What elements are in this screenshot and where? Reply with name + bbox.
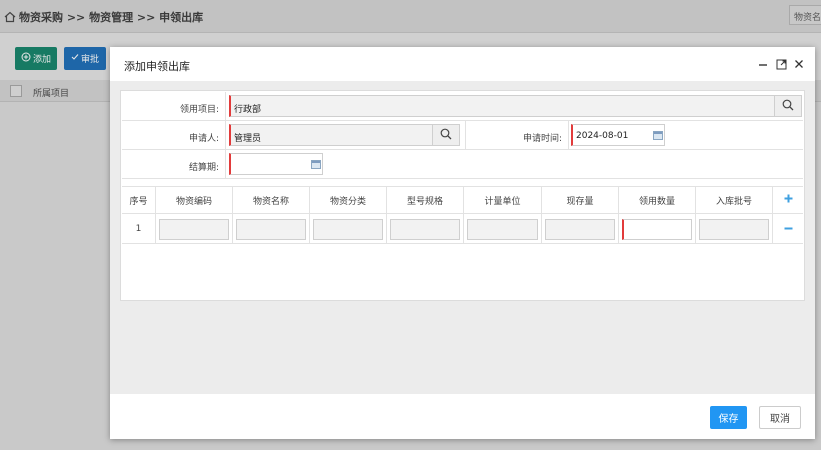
applicant-label: 申请人: bbox=[122, 121, 226, 149]
maximize-icon[interactable] bbox=[774, 57, 788, 71]
remove-row-button[interactable] bbox=[773, 214, 803, 243]
header-code: 物资编码 bbox=[156, 187, 233, 213]
project-input[interactable]: 行政部 bbox=[229, 95, 775, 117]
cancel-button[interactable]: 取消 bbox=[759, 406, 801, 429]
cell-stock bbox=[542, 214, 619, 243]
header-name: 物资名称 bbox=[233, 187, 310, 213]
category-input[interactable] bbox=[313, 219, 383, 240]
breadcrumb-text: 物资采购 >> 物资管理 >> 申领出库 bbox=[19, 11, 204, 24]
cell-name bbox=[233, 214, 310, 243]
form-row-settle: 结算期: bbox=[122, 150, 803, 179]
applicant-search-button[interactable] bbox=[432, 124, 460, 146]
column-project: 所属项目 bbox=[33, 89, 70, 99]
approve-button[interactable]: 审批 bbox=[64, 47, 106, 70]
dialog-title-bar: 添加申领出库 bbox=[110, 47, 815, 81]
form-row-applicant: 申请人: 管理员 申请时间: 2024-08-01 bbox=[122, 121, 803, 150]
close-icon[interactable] bbox=[792, 57, 806, 71]
stock-input[interactable] bbox=[545, 219, 615, 240]
save-button[interactable]: 保存 bbox=[710, 406, 747, 429]
add-button-label: 添加 bbox=[32, 55, 51, 65]
dialog-footer: 保存 取消 bbox=[110, 394, 815, 439]
header-index: 序号 bbox=[122, 187, 156, 213]
form-row-project: 领用项目: 行政部 bbox=[122, 92, 803, 121]
applicant-input[interactable]: 管理员 bbox=[229, 124, 433, 146]
calendar-icon[interactable] bbox=[653, 131, 663, 140]
name-input[interactable] bbox=[236, 219, 306, 240]
project-label: 领用项目: bbox=[122, 92, 226, 120]
add-row-icon bbox=[784, 194, 793, 206]
batch-input[interactable] bbox=[699, 219, 769, 240]
unit-input[interactable] bbox=[467, 219, 538, 240]
cell-spec bbox=[387, 214, 464, 243]
spec-input[interactable] bbox=[390, 219, 460, 240]
cell-code bbox=[156, 214, 233, 243]
cell-batch bbox=[696, 214, 773, 243]
minimize-icon[interactable] bbox=[756, 57, 770, 71]
breadcrumb: 物资采购 >> 物资管理 >> 申领出库 bbox=[4, 9, 203, 25]
remove-row-icon bbox=[784, 224, 793, 234]
calendar-icon[interactable] bbox=[311, 160, 321, 169]
plus-circle-icon bbox=[21, 52, 31, 65]
requisition-form: 领用项目: 行政部 申请人: 管理员 申请时间: 2024-08-01 结算期:… bbox=[120, 90, 805, 301]
table-row: 1 bbox=[122, 214, 803, 244]
settle-label: 结算期: bbox=[122, 150, 226, 178]
approve-button-label: 审批 bbox=[80, 55, 99, 65]
header-quantity: 领用数量 bbox=[619, 187, 696, 213]
search-icon bbox=[440, 128, 452, 143]
dialog-body: 领用项目: 行政部 申请人: 管理员 申请时间: 2024-08-01 结算期:… bbox=[110, 81, 815, 394]
code-input[interactable] bbox=[159, 219, 229, 240]
add-requisition-dialog: 添加申领出库 领用项目: 行政部 申请人: 管理员 申请时间: 2024-08-… bbox=[110, 47, 815, 439]
apply-time-label: 申请时间: bbox=[466, 121, 569, 149]
dialog-title: 添加申领出库 bbox=[124, 60, 190, 73]
cell-quantity bbox=[619, 214, 696, 243]
header-stock: 现存量 bbox=[542, 187, 619, 213]
settle-input[interactable] bbox=[229, 153, 323, 175]
detail-grid-header: 序号 物资编码 物资名称 物资分类 型号规格 计量单位 现存量 领用数量 入库批… bbox=[122, 187, 803, 214]
home-icon[interactable] bbox=[4, 11, 16, 23]
header-category: 物资分类 bbox=[310, 187, 387, 213]
header-unit: 计量单位 bbox=[464, 187, 542, 213]
check-icon bbox=[71, 53, 79, 64]
apply-time-input[interactable]: 2024-08-01 bbox=[571, 124, 665, 146]
row-index: 1 bbox=[122, 214, 156, 243]
add-button[interactable]: 添加 bbox=[15, 47, 57, 70]
select-all-checkbox[interactable] bbox=[10, 85, 22, 97]
header-spec: 型号规格 bbox=[387, 187, 464, 213]
header-batch: 入库批号 bbox=[696, 187, 773, 213]
cell-category bbox=[310, 214, 387, 243]
detail-grid: 序号 物资编码 物资名称 物资分类 型号规格 计量单位 现存量 领用数量 入库批… bbox=[122, 186, 803, 249]
cell-unit bbox=[464, 214, 542, 243]
top-search-input[interactable]: 物资名称 bbox=[789, 5, 821, 25]
add-row-button[interactable] bbox=[773, 187, 803, 213]
quantity-input[interactable] bbox=[622, 219, 692, 240]
top-bar: 物资采购 >> 物资管理 >> 申领出库 物资名称 bbox=[0, 0, 821, 33]
project-search-button[interactable] bbox=[774, 95, 802, 117]
search-icon bbox=[782, 99, 794, 114]
